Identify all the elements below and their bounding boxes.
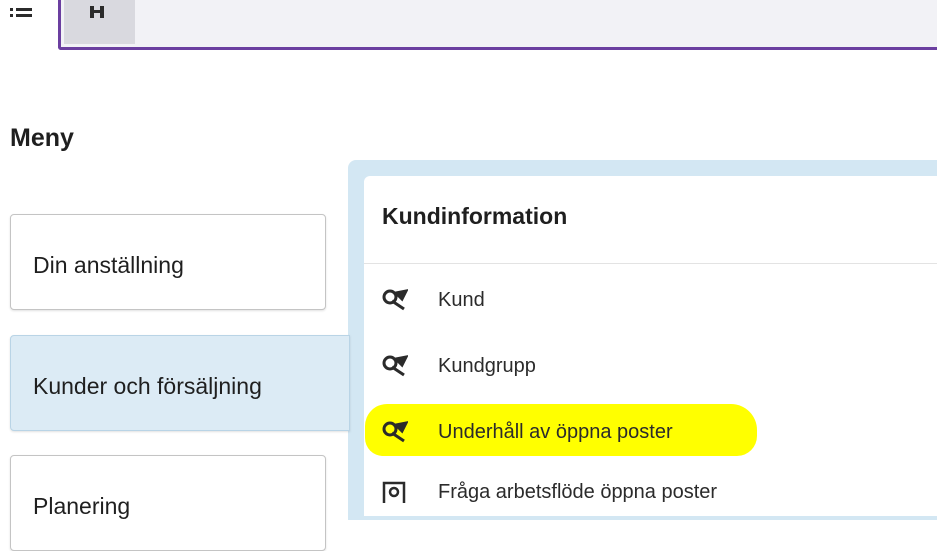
- home-icon: [90, 6, 104, 18]
- inquiry-icon: [382, 481, 406, 503]
- menu-card-planering[interactable]: Planering: [10, 455, 326, 551]
- menu-card-label: Kunder och försäljning: [33, 373, 262, 399]
- menu-card-kunder-och-forsaljning[interactable]: Kunder och försäljning: [10, 335, 350, 431]
- divider: [364, 263, 937, 264]
- link-label: Kund: [438, 289, 485, 311]
- menu-card-label: Planering: [33, 493, 131, 519]
- tools-icon: [382, 421, 408, 443]
- panel-title: Kundinformation: [382, 203, 568, 229]
- page-title: Meny: [10, 124, 74, 152]
- link-label: Kundgrupp: [438, 355, 536, 377]
- home-button[interactable]: [64, 0, 135, 44]
- tools-icon: [382, 355, 408, 377]
- top-bar: [0, 0, 937, 52]
- app-bar: [58, 0, 937, 50]
- menu-card-label: Din anställning: [33, 252, 184, 278]
- tools-icon: [382, 289, 408, 311]
- list-icon[interactable]: [10, 8, 34, 24]
- menu-card-din-anstallning[interactable]: Din anställning: [10, 214, 326, 310]
- link-label: Underhåll av öppna poster: [438, 421, 673, 443]
